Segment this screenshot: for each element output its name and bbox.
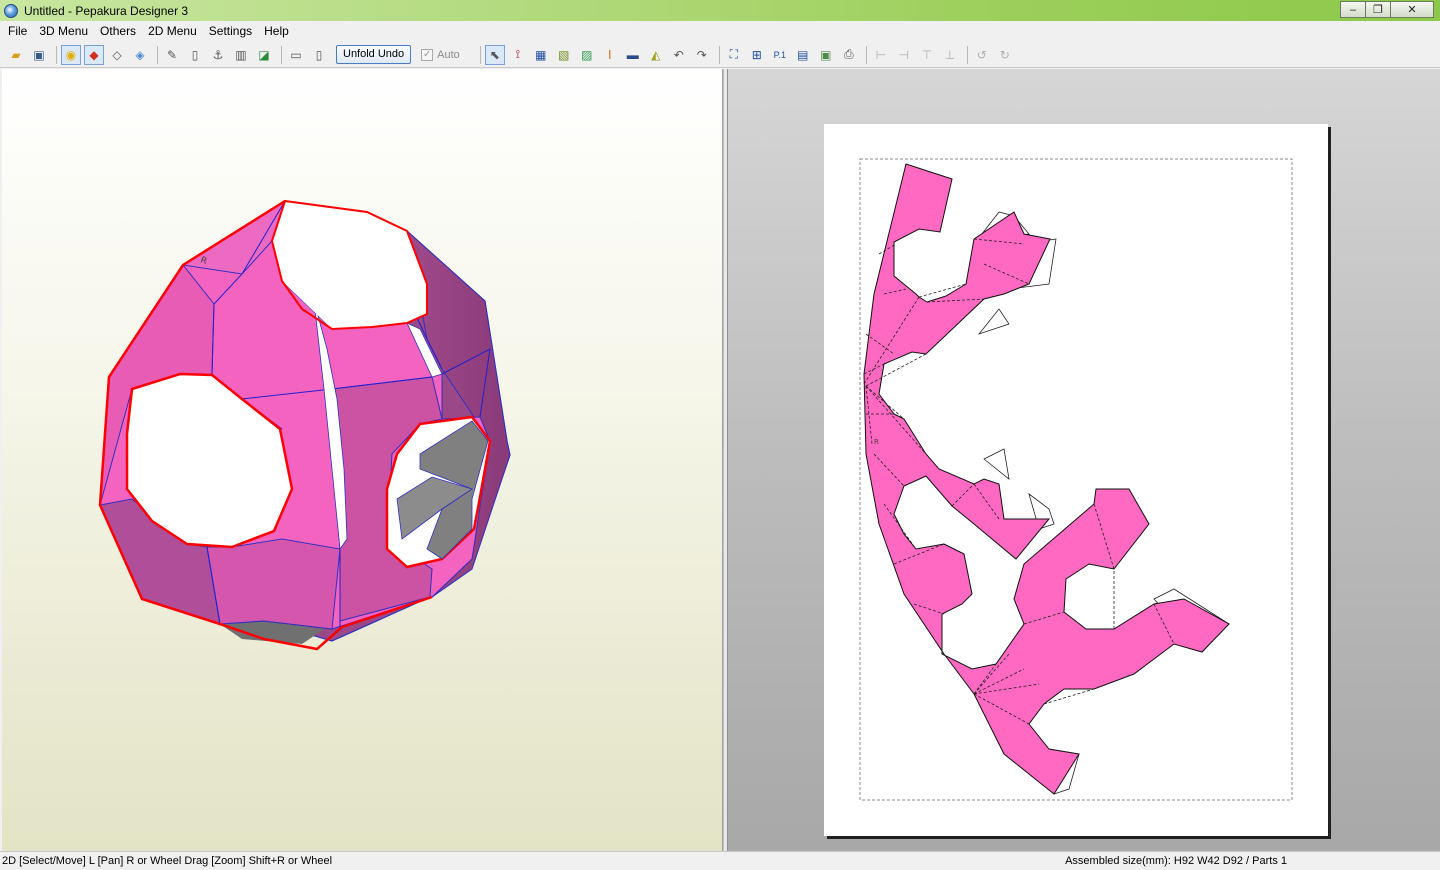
toolbar-separator xyxy=(157,45,158,64)
title-bar: Untitled - Pepakura Designer 3 – ❐ ✕ xyxy=(0,0,1440,21)
layout-icon[interactable]: ▤ xyxy=(793,45,813,65)
pencil-icon[interactable]: ✎ xyxy=(162,45,182,65)
window-controls: – ❐ ✕ xyxy=(1340,1,1434,18)
toolbar-separator xyxy=(966,45,968,64)
paper-sheet: R xyxy=(824,124,1328,836)
close-button[interactable]: ✕ xyxy=(1390,1,1434,18)
menu-help[interactable]: Help xyxy=(258,21,295,42)
image-icon[interactable]: ▬ xyxy=(623,45,643,65)
model-3d[interactable]: R xyxy=(2,69,723,851)
light-icon[interactable]: ◉ xyxy=(61,44,81,65)
app-icon xyxy=(4,3,18,18)
rotate-90-right-icon[interactable]: ↻ xyxy=(995,45,1015,65)
paint-icon[interactable]: ▨ xyxy=(577,45,597,65)
text-icon[interactable]: Ⅰ xyxy=(600,45,620,65)
edge-icon[interactable]: ◭ xyxy=(646,45,666,65)
maximize-button[interactable]: ❐ xyxy=(1365,1,1391,18)
wireframe-cube-icon[interactable]: ◇ xyxy=(107,45,127,65)
view-2d[interactable]: R xyxy=(728,69,1440,851)
rotate-cw-icon[interactable]: ↷ xyxy=(692,45,712,65)
align-right-icon[interactable]: ⊣ xyxy=(894,45,914,65)
window-title: Untitled - Pepakura Designer 3 xyxy=(24,3,189,18)
unfold-undo-button[interactable]: Unfold Undo xyxy=(336,45,412,64)
status-assembled-size: Assembled size(mm): H92 W42 D92 / Parts … xyxy=(1065,855,1287,867)
print-preview-icon[interactable]: ▣ xyxy=(816,45,836,65)
menu-settings[interactable]: Settings xyxy=(203,21,258,42)
panel-single-icon[interactable]: ▭ xyxy=(286,45,306,65)
align-left-icon[interactable]: ⊢ xyxy=(871,45,891,65)
grid-icon[interactable]: ▦ xyxy=(531,45,551,65)
status-bar: 2D [Select/Move] L [Pan] R or Wheel Drag… xyxy=(0,851,1440,869)
layout-part-label: R xyxy=(874,438,879,446)
toolbar-separator xyxy=(281,45,282,64)
panel-split-icon[interactable]: ▯ xyxy=(309,45,329,65)
auto-checkbox[interactable]: ✓ Auto xyxy=(421,48,460,61)
cylinder-icon[interactable]: ▯ xyxy=(185,45,205,65)
rotate-90-left-icon[interactable]: ↺ xyxy=(972,45,992,65)
menu-others[interactable]: Others xyxy=(94,21,142,42)
page-number-icon[interactable]: P.1 xyxy=(770,45,790,65)
print-area-boundary xyxy=(859,158,1293,801)
toolbar-separator xyxy=(56,45,57,64)
anchor-icon[interactable]: ⚓ xyxy=(208,45,228,65)
toolbar-separator xyxy=(479,45,481,64)
status-mode-hint: 2D [Select/Move] L [Pan] R or Wheel Drag… xyxy=(2,855,333,867)
menu-3d[interactable]: 3D Menu xyxy=(33,21,94,42)
toolbar-separator xyxy=(718,45,720,64)
join-icon[interactable]: ⟟ xyxy=(508,45,528,65)
menu-2d[interactable]: 2D Menu xyxy=(142,21,203,42)
flap-icon[interactable]: ▧ xyxy=(554,45,574,65)
fold-icon[interactable]: ◪ xyxy=(254,45,274,65)
save-icon[interactable]: ▣ xyxy=(29,45,49,65)
rotate-ccw-icon[interactable]: ↶ xyxy=(669,45,689,65)
open-folder-icon[interactable]: ▰ xyxy=(6,45,26,65)
face-bottom-center xyxy=(206,538,341,630)
color-cube-icon[interactable]: ◆ xyxy=(84,44,104,65)
select-arrow-icon[interactable]: ⬉ xyxy=(484,44,505,65)
arrange-icon[interactable]: ⊞ xyxy=(747,45,767,65)
shaded-cube-icon[interactable]: ◈ xyxy=(130,45,150,65)
align-bottom-icon[interactable]: ⊥ xyxy=(940,45,960,65)
toolbar-separator xyxy=(865,45,867,64)
view-3d[interactable]: R xyxy=(2,69,723,851)
menu-bar: File 3D Menu Others 2D Menu Settings Hel… xyxy=(0,21,1440,42)
toolbar: ▰ ▣ ◉ ◆ ◇ ◈ ✎ ▯ ⚓ ▥ ◪ ▭ ▯ Unfold Undo ✓ … xyxy=(0,42,1440,68)
box-icon[interactable]: ▥ xyxy=(231,45,251,65)
fit-icon[interactable]: ⛶ xyxy=(724,45,744,65)
print-icon[interactable]: ⎙ xyxy=(839,45,859,65)
checkmark-icon: ✓ xyxy=(421,48,434,61)
auto-label: Auto xyxy=(437,48,460,61)
align-top-icon[interactable]: ⊤ xyxy=(917,45,937,65)
minimize-button[interactable]: – xyxy=(1340,1,1366,18)
menu-file[interactable]: File xyxy=(2,21,33,42)
unfolded-layout[interactable]: R xyxy=(824,124,1328,836)
